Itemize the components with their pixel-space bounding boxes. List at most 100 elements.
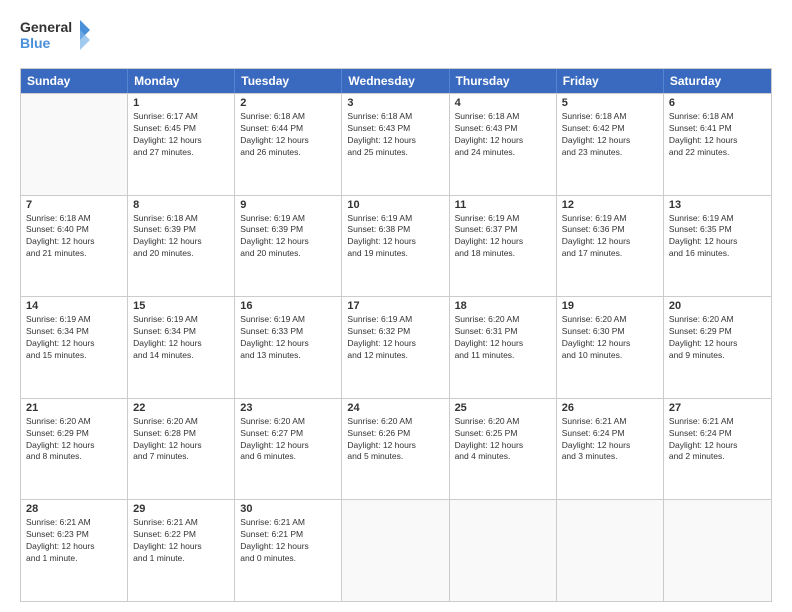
cal-cell: 2 Sunrise: 6:18 AM Sunset: 6:44 PM Daylig… [235, 94, 342, 195]
cal-cell [664, 500, 771, 601]
day-info: Sunrise: 6:18 AM Sunset: 6:43 PM Dayligh… [455, 111, 551, 159]
cal-row: 1 Sunrise: 6:17 AM Sunset: 6:45 PM Daylig… [21, 93, 771, 195]
cal-row: 21 Sunrise: 6:20 AM Sunset: 6:29 PM Dayli… [21, 398, 771, 500]
cal-cell: 23Sunrise: 6:20 AM Sunset: 6:27 PM Dayli… [235, 399, 342, 500]
day-info: Sunrise: 6:19 AM Sunset: 6:34 PM Dayligh… [133, 314, 229, 362]
day-number: 29 [133, 503, 229, 515]
cal-cell: 9 Sunrise: 6:19 AM Sunset: 6:39 PM Daylig… [235, 196, 342, 297]
svg-text:General: General [20, 19, 72, 35]
cal-cell: 14 Sunrise: 6:19 AM Sunset: 6:34 PM Dayli… [21, 297, 128, 398]
cal-header-cell: Friday [557, 69, 664, 93]
day-info: Sunrise: 6:19 AM Sunset: 6:38 PM Dayligh… [347, 213, 443, 261]
calendar-body: 1 Sunrise: 6:17 AM Sunset: 6:45 PM Daylig… [21, 93, 771, 601]
day-number: 21 [26, 402, 122, 414]
page: General Blue SundayMondayTuesdayWednesda… [0, 0, 792, 612]
cal-header-cell: Thursday [450, 69, 557, 93]
day-number: 8 [133, 199, 229, 211]
cal-cell [557, 500, 664, 601]
day-info: Sunrise: 6:18 AM Sunset: 6:40 PM Dayligh… [26, 213, 122, 261]
cal-header-cell: Wednesday [342, 69, 449, 93]
day-info: Sunrise: 6:19 AM Sunset: 6:35 PM Dayligh… [669, 213, 766, 261]
day-info: Sunrise: 6:19 AM Sunset: 6:36 PM Dayligh… [562, 213, 658, 261]
day-number: 15 [133, 300, 229, 312]
day-info: Sunrise: 6:19 AM Sunset: 6:39 PM Dayligh… [240, 213, 336, 261]
day-number: 3 [347, 97, 443, 109]
cal-cell: 7 Sunrise: 6:18 AM Sunset: 6:40 PM Daylig… [21, 196, 128, 297]
day-number: 13 [669, 199, 766, 211]
cal-cell: 4 Sunrise: 6:18 AM Sunset: 6:43 PM Daylig… [450, 94, 557, 195]
day-info: Sunrise: 6:21 AM Sunset: 6:24 PM Dayligh… [562, 416, 658, 464]
day-number: 19 [562, 300, 658, 312]
calendar: SundayMondayTuesdayWednesdayThursdayFrid… [20, 68, 772, 602]
day-number: 17 [347, 300, 443, 312]
day-number: 18 [455, 300, 551, 312]
cal-cell: 3 Sunrise: 6:18 AM Sunset: 6:43 PM Daylig… [342, 94, 449, 195]
cal-cell: 20 Sunrise: 6:20 AM Sunset: 6:29 PM Dayli… [664, 297, 771, 398]
logo: General Blue [20, 16, 90, 58]
cal-cell: 8Sunrise: 6:18 AM Sunset: 6:39 PM Daylig… [128, 196, 235, 297]
day-number: 1 [133, 97, 229, 109]
cal-cell: 5 Sunrise: 6:18 AM Sunset: 6:42 PM Daylig… [557, 94, 664, 195]
day-info: Sunrise: 6:21 AM Sunset: 6:21 PM Dayligh… [240, 517, 336, 565]
day-info: Sunrise: 6:18 AM Sunset: 6:42 PM Dayligh… [562, 111, 658, 159]
cal-cell: 30 Sunrise: 6:21 AM Sunset: 6:21 PM Dayli… [235, 500, 342, 601]
cal-cell: 10 Sunrise: 6:19 AM Sunset: 6:38 PM Dayli… [342, 196, 449, 297]
svg-text:Blue: Blue [20, 35, 51, 51]
day-number: 27 [669, 402, 766, 414]
day-info: Sunrise: 6:19 AM Sunset: 6:34 PM Dayligh… [26, 314, 122, 362]
day-number: 28 [26, 503, 122, 515]
day-number: 5 [562, 97, 658, 109]
day-info: Sunrise: 6:18 AM Sunset: 6:44 PM Dayligh… [240, 111, 336, 159]
cal-cell: 25Sunrise: 6:20 AM Sunset: 6:25 PM Dayli… [450, 399, 557, 500]
cal-header-cell: Monday [128, 69, 235, 93]
cal-row: 7 Sunrise: 6:18 AM Sunset: 6:40 PM Daylig… [21, 195, 771, 297]
day-number: 24 [347, 402, 443, 414]
day-number: 20 [669, 300, 766, 312]
day-info: Sunrise: 6:20 AM Sunset: 6:28 PM Dayligh… [133, 416, 229, 464]
cal-header-cell: Saturday [664, 69, 771, 93]
cal-cell: 17 Sunrise: 6:19 AM Sunset: 6:32 PM Dayli… [342, 297, 449, 398]
day-number: 23 [240, 402, 336, 414]
cal-cell: 29 Sunrise: 6:21 AM Sunset: 6:22 PM Dayli… [128, 500, 235, 601]
logo-svg: General Blue [20, 16, 90, 58]
day-info: Sunrise: 6:20 AM Sunset: 6:26 PM Dayligh… [347, 416, 443, 464]
day-info: Sunrise: 6:21 AM Sunset: 6:24 PM Dayligh… [669, 416, 766, 464]
cal-cell: 24 Sunrise: 6:20 AM Sunset: 6:26 PM Dayli… [342, 399, 449, 500]
cal-cell [21, 94, 128, 195]
cal-cell [342, 500, 449, 601]
day-info: Sunrise: 6:20 AM Sunset: 6:30 PM Dayligh… [562, 314, 658, 362]
cal-row: 28 Sunrise: 6:21 AM Sunset: 6:23 PM Dayli… [21, 499, 771, 601]
day-info: Sunrise: 6:21 AM Sunset: 6:23 PM Dayligh… [26, 517, 122, 565]
cal-cell: 21 Sunrise: 6:20 AM Sunset: 6:29 PM Dayli… [21, 399, 128, 500]
day-number: 10 [347, 199, 443, 211]
cal-cell: 26 Sunrise: 6:21 AM Sunset: 6:24 PM Dayli… [557, 399, 664, 500]
cal-cell: 6Sunrise: 6:18 AM Sunset: 6:41 PM Daylig… [664, 94, 771, 195]
day-number: 30 [240, 503, 336, 515]
cal-cell: 12Sunrise: 6:19 AM Sunset: 6:36 PM Dayli… [557, 196, 664, 297]
day-number: 16 [240, 300, 336, 312]
day-info: Sunrise: 6:19 AM Sunset: 6:33 PM Dayligh… [240, 314, 336, 362]
day-number: 2 [240, 97, 336, 109]
day-info: Sunrise: 6:19 AM Sunset: 6:37 PM Dayligh… [455, 213, 551, 261]
day-number: 9 [240, 199, 336, 211]
day-info: Sunrise: 6:18 AM Sunset: 6:43 PM Dayligh… [347, 111, 443, 159]
cal-cell: 11Sunrise: 6:19 AM Sunset: 6:37 PM Dayli… [450, 196, 557, 297]
day-info: Sunrise: 6:17 AM Sunset: 6:45 PM Dayligh… [133, 111, 229, 159]
day-info: Sunrise: 6:19 AM Sunset: 6:32 PM Dayligh… [347, 314, 443, 362]
day-number: 4 [455, 97, 551, 109]
day-info: Sunrise: 6:21 AM Sunset: 6:22 PM Dayligh… [133, 517, 229, 565]
cal-row: 14 Sunrise: 6:19 AM Sunset: 6:34 PM Dayli… [21, 296, 771, 398]
day-number: 26 [562, 402, 658, 414]
cal-cell: 27 Sunrise: 6:21 AM Sunset: 6:24 PM Dayli… [664, 399, 771, 500]
day-info: Sunrise: 6:20 AM Sunset: 6:29 PM Dayligh… [669, 314, 766, 362]
day-info: Sunrise: 6:20 AM Sunset: 6:29 PM Dayligh… [26, 416, 122, 464]
cal-cell: 1 Sunrise: 6:17 AM Sunset: 6:45 PM Daylig… [128, 94, 235, 195]
day-number: 7 [26, 199, 122, 211]
day-number: 14 [26, 300, 122, 312]
day-number: 22 [133, 402, 229, 414]
day-info: Sunrise: 6:20 AM Sunset: 6:25 PM Dayligh… [455, 416, 551, 464]
day-info: Sunrise: 6:20 AM Sunset: 6:31 PM Dayligh… [455, 314, 551, 362]
day-number: 6 [669, 97, 766, 109]
cal-cell: 18 Sunrise: 6:20 AM Sunset: 6:31 PM Dayli… [450, 297, 557, 398]
cal-cell: 22 Sunrise: 6:20 AM Sunset: 6:28 PM Dayli… [128, 399, 235, 500]
